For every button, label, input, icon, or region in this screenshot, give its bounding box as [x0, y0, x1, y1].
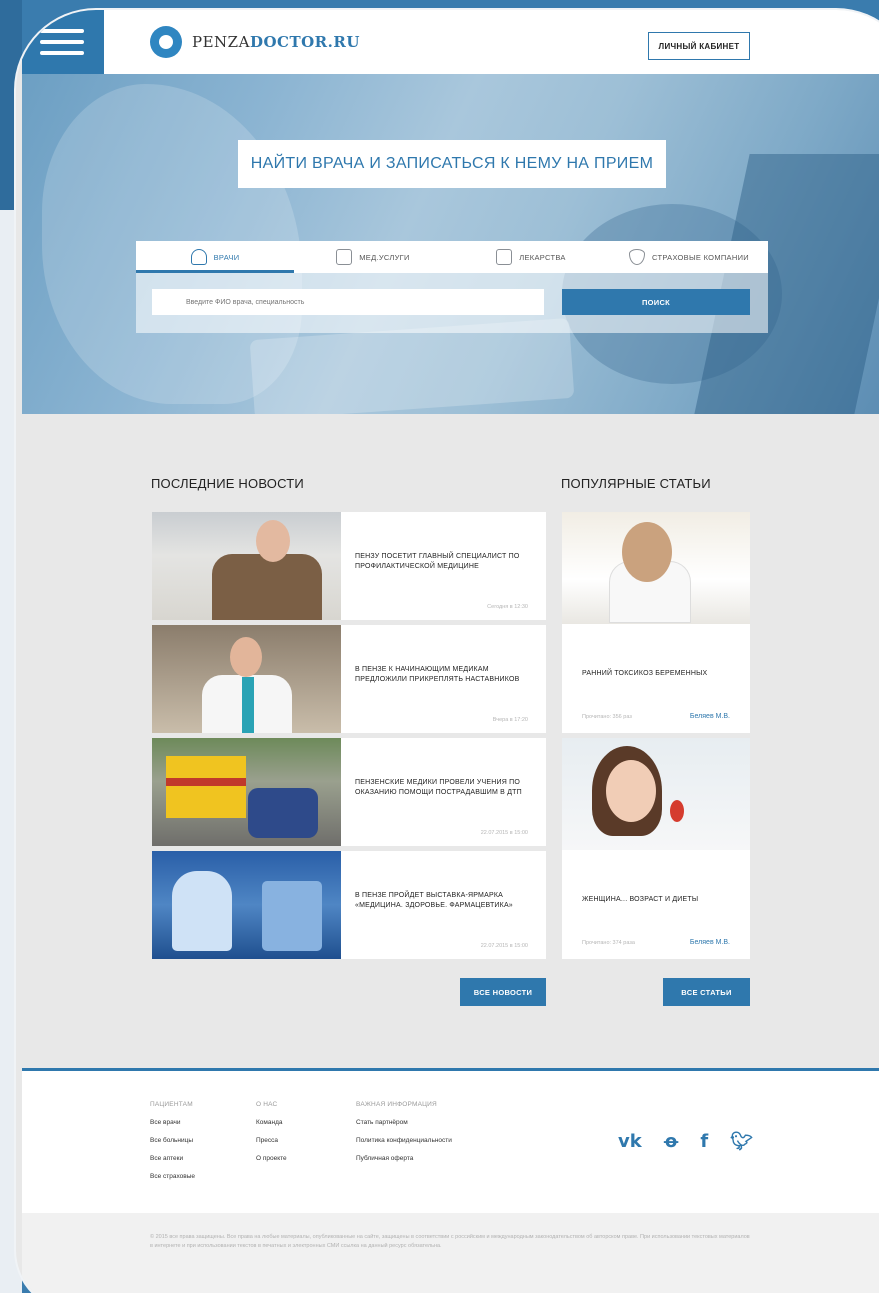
news-item[interactable]: В ПЕНЗЕ ПРОЙДЕТ ВЫСТАВКА-ЯРМАРКА «МЕДИЦИ… — [152, 851, 546, 959]
pills-icon — [496, 249, 513, 265]
hero-title: НАЙТИ ВРАЧА И ЗАПИСАТЬСЯ К НЕМУ НА ПРИЕМ — [238, 140, 666, 188]
tab-doctors[interactable]: ВРАЧИ — [136, 241, 294, 273]
page: PENZADOCTOR.RU ЛИЧНЫЙ КАБИНЕТ НАЙТИ ВРАЧ… — [22, 10, 879, 1293]
hero-banner: НАЙТИ ВРАЧА И ЗАПИСАТЬСЯ К НЕМУ НА ПРИЕМ… — [22, 74, 879, 414]
article-image[interactable] — [562, 738, 750, 850]
article-views: Прочитано: 374 раза — [582, 940, 635, 946]
news-date: 22.07.2015 в 15:00 — [480, 943, 528, 949]
footer: ПАЦИЕНТАМ Все врачи Все больницы Все апт… — [22, 1071, 879, 1213]
footer-link[interactable]: Пресса — [256, 1137, 287, 1144]
vk-icon[interactable]: vk — [618, 1131, 642, 1152]
news-date: Вчера в 17:20 — [492, 717, 528, 723]
footer-link[interactable]: Все аптеки — [150, 1155, 195, 1162]
camera-icon — [336, 249, 353, 265]
hamburger-menu-icon[interactable] — [22, 10, 104, 74]
news-item[interactable]: В ПЕНЗЕ К НАЧИНАЮЩИМ МЕДИКАМ ПРЕДЛОЖИЛИ … — [152, 625, 546, 733]
article-image[interactable] — [562, 512, 750, 624]
footer-link[interactable]: Команда — [256, 1119, 287, 1126]
footer-link[interactable]: Все больницы — [150, 1137, 195, 1144]
news-body: ПЕНЗУ ПОСЕТИТ ГЛАВНЫЙ СПЕЦИАЛИСТ ПО ПРОФ… — [341, 512, 546, 620]
personal-cabinet-button[interactable]: ЛИЧНЫЙ КАБИНЕТ — [648, 32, 750, 60]
news-date: 22.07.2015 в 15:00 — [480, 830, 528, 836]
news-headline[interactable]: ПЕНЗУ ПОСЕТИТ ГЛАВНЫЙ СПЕЦИАЛИСТ ПО ПРОФ… — [355, 552, 532, 572]
header: PENZADOCTOR.RU ЛИЧНЫЙ КАБИНЕТ — [22, 10, 879, 74]
shield-icon — [629, 249, 646, 265]
footer-link[interactable]: Публичная оферта — [356, 1155, 452, 1162]
twitter-icon[interactable]: 🐦︎ — [730, 1131, 753, 1152]
news-body: В ПЕНЗЕ К НАЧИНАЮЩИМ МЕДИКАМ ПРЕДЛОЖИЛИ … — [341, 625, 546, 733]
logo-part1: PENZA — [192, 33, 250, 51]
footer-col-head: О НАС — [256, 1101, 278, 1108]
tab-label: МЕД.УСЛУГИ — [359, 252, 410, 262]
tab-insurance[interactable]: СТРАХОВЫЕ КОМПАНИИ — [610, 241, 768, 273]
news-list: ПЕНЗУ ПОСЕТИТ ГЛАВНЫЙ СПЕЦИАЛИСТ ПО ПРОФ… — [152, 512, 546, 964]
stethoscope-icon — [190, 249, 207, 265]
search-tabs: ВРАЧИ МЕД.УСЛУГИ ЛЕКАРСТВА СТРАХОВЫЕ КОМ… — [136, 241, 768, 273]
article-headline[interactable]: РАННИЙ ТОКСИКОЗ БЕРЕМЕННЫХ — [582, 670, 707, 677]
article-card[interactable]: РАННИЙ ТОКСИКОЗ БЕРЕМЕННЫХ Прочитано: 35… — [562, 512, 750, 733]
news-item[interactable]: ПЕНЗУ ПОСЕТИТ ГЛАВНЫЙ СПЕЦИАЛИСТ ПО ПРОФ… — [152, 512, 546, 620]
article-author[interactable]: Беляев М.В. — [690, 713, 730, 720]
article-card[interactable]: ЖЕНЩИНА... ВОЗРАСТ И ДИЕТЫ Прочитано: 37… — [562, 738, 750, 959]
news-date: Сегодня в 12:30 — [487, 604, 528, 610]
news-headline[interactable]: В ПЕНЗЕ ПРОЙДЕТ ВЫСТАВКА-ЯРМАРКА «МЕДИЦИ… — [355, 891, 532, 911]
footer-link[interactable]: О проекте — [256, 1155, 287, 1162]
article-author[interactable]: Беляев М.В. — [690, 939, 730, 946]
copyright-text: © 2015 все права защищены. Все права на … — [22, 1213, 879, 1293]
footer-link[interactable]: Стать партнёром — [356, 1119, 452, 1126]
all-news-button[interactable]: ВСЕ НОВОСТИ — [460, 978, 546, 1006]
footer-link[interactable]: Все врачи — [150, 1119, 195, 1126]
footer-col-head: ПАЦИЕНТАМ — [150, 1101, 193, 1108]
news-image[interactable] — [152, 512, 341, 620]
news-item[interactable]: ПЕНЗЕНСКИЕ МЕДИКИ ПРОВЕЛИ УЧЕНИЯ ПО ОКАЗ… — [152, 738, 546, 846]
facebook-icon[interactable]: f — [700, 1131, 708, 1152]
footer-col-patients: ПАЦИЕНТАМ Все врачи Все больницы Все апт… — [150, 1101, 195, 1191]
tab-label: ВРАЧИ — [213, 252, 240, 262]
news-image[interactable] — [152, 851, 341, 959]
tab-label: ЛЕКАРСТВА — [519, 252, 566, 262]
logo-part2: DOCTOR.RU — [249, 33, 360, 51]
footer-col-about: О НАС Команда Пресса О проекте — [256, 1101, 287, 1173]
tab-label: СТРАХОВЫЕ КОМПАНИИ — [652, 252, 749, 262]
tab-med-services[interactable]: МЕД.УСЛУГИ — [294, 241, 452, 273]
footer-col-head: ВАЖНАЯ ИНФОРМАЦИЯ — [356, 1101, 437, 1108]
logo-icon — [150, 26, 182, 58]
footer-link[interactable]: Все страховые — [150, 1173, 195, 1180]
news-body: ПЕНЗЕНСКИЕ МЕДИКИ ПРОВЕЛИ УЧЕНИЯ ПО ОКАЗ… — [341, 738, 546, 846]
search-button[interactable]: ПОИСК — [562, 289, 750, 315]
search-panel: ВРАЧИ МЕД.УСЛУГИ ЛЕКАРСТВА СТРАХОВЫЕ КОМ… — [136, 241, 768, 333]
page-frame: PENZADOCTOR.RU ЛИЧНЫЙ КАБИНЕТ НАЙТИ ВРАЧ… — [16, 10, 879, 1293]
tab-medicines[interactable]: ЛЕКАРСТВА — [452, 241, 610, 273]
news-body: В ПЕНЗЕ ПРОЙДЕТ ВЫСТАВКА-ЯРМАРКА «МЕДИЦИ… — [341, 851, 546, 959]
article-headline[interactable]: ЖЕНЩИНА... ВОЗРАСТ И ДИЕТЫ — [582, 896, 698, 903]
news-image[interactable] — [152, 738, 341, 846]
article-views: Прочитано: 356 раз — [582, 714, 632, 720]
search-input[interactable] — [152, 289, 544, 315]
footer-col-info: ВАЖНАЯ ИНФОРМАЦИЯ Стать партнёром Полити… — [356, 1101, 452, 1173]
footer-link[interactable]: Политика конфиденциальности — [356, 1137, 452, 1144]
logo-text: PENZADOCTOR.RU — [192, 33, 360, 51]
articles-section-title: ПОПУЛЯРНЫЕ СТАТЬИ — [561, 476, 711, 491]
news-headline[interactable]: ПЕНЗЕНСКИЕ МЕДИКИ ПРОВЕЛИ УЧЕНИЯ ПО ОКАЗ… — [355, 778, 532, 798]
news-headline[interactable]: В ПЕНЗЕ К НАЧИНАЮЩИМ МЕДИКАМ ПРЕДЛОЖИЛИ … — [355, 665, 532, 685]
news-image[interactable] — [152, 625, 341, 733]
all-articles-button[interactable]: ВСЕ СТАТЬИ — [663, 978, 750, 1006]
social-links: vk ꝋ f 🐦︎ — [618, 1131, 753, 1152]
articles-list: РАННИЙ ТОКСИКОЗ БЕРЕМЕННЫХ Прочитано: 35… — [562, 512, 750, 964]
odnoklassniki-icon[interactable]: ꝋ — [664, 1131, 679, 1152]
news-section-title: ПОСЛЕДНИЕ НОВОСТИ — [151, 476, 304, 491]
logo[interactable]: PENZADOCTOR.RU — [150, 26, 360, 58]
